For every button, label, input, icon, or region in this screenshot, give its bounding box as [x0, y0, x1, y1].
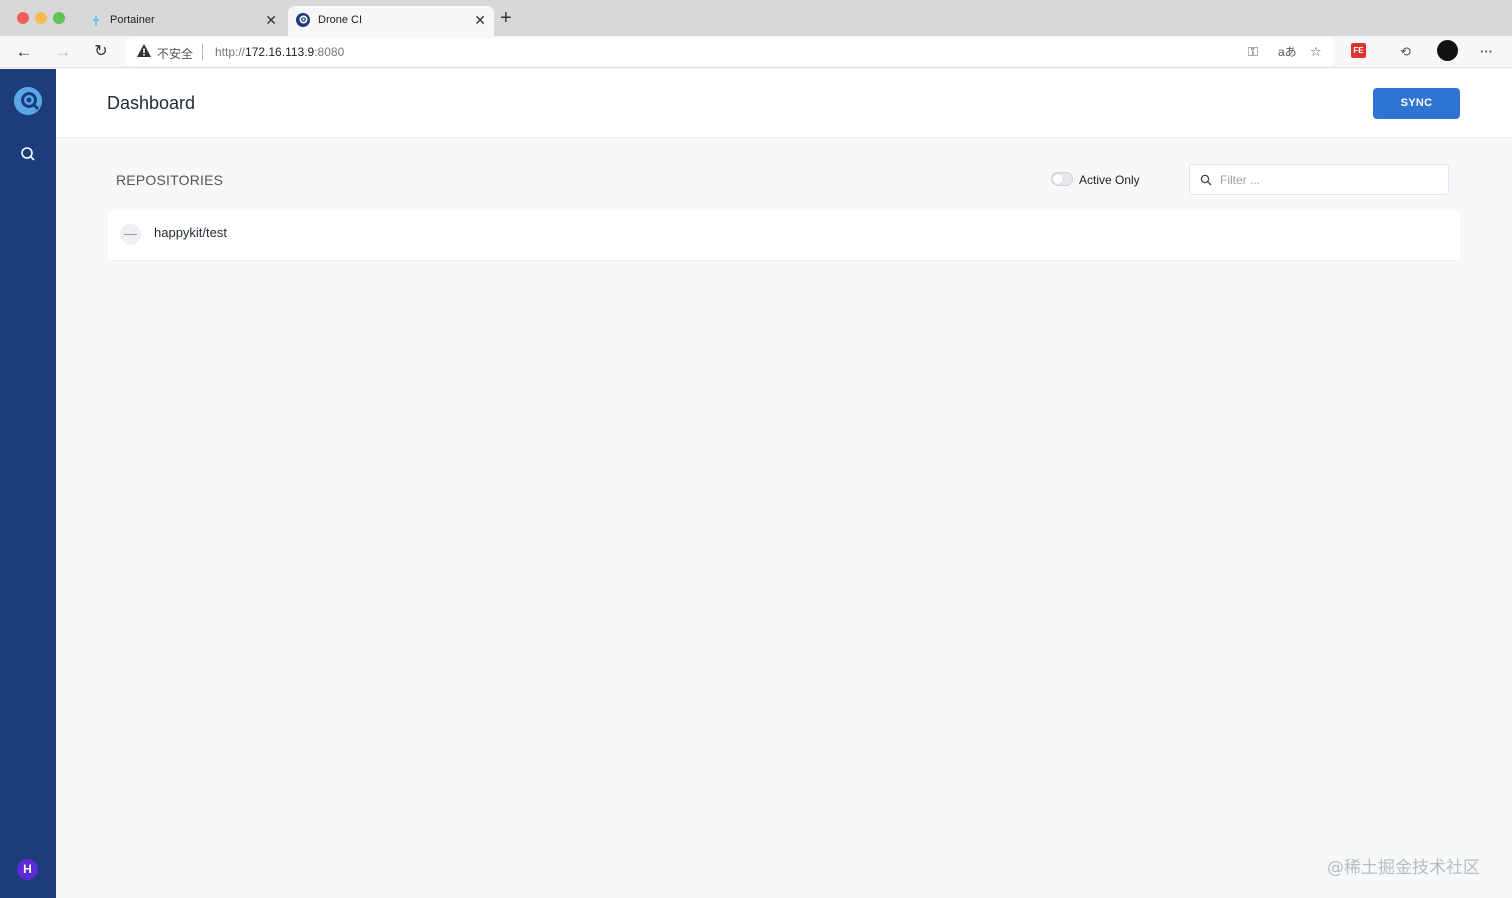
tab-close-icon[interactable]: ✕	[265, 12, 277, 28]
translate-icon[interactable]: aあ	[1278, 44, 1297, 60]
url-port: :8080	[314, 45, 345, 59]
address-bar[interactable]: 不安全 http://172.16.113.9:8080	[126, 38, 1334, 66]
portainer-icon	[93, 16, 99, 26]
search-icon[interactable]	[19, 145, 37, 163]
url-text: http://172.16.113.9:8080	[215, 45, 344, 59]
search-icon	[1200, 174, 1212, 186]
back-icon[interactable]: ←	[12, 40, 36, 64]
page-title: Dashboard	[107, 93, 196, 113]
tab-title: Portainer	[110, 14, 155, 26]
forward-icon[interactable]: →	[51, 40, 75, 64]
repositories-heading: REPOSITORIES	[116, 172, 224, 188]
browser-tab-bar: Portainer ✕ Drone CI ✕ +	[0, 0, 1512, 36]
browser-toolbar: ← → ↻ 不安全 http://172.16.113.9:8080 ⚿ aあ …	[0, 36, 1512, 68]
profile-icon[interactable]	[1437, 40, 1458, 61]
warning-icon	[137, 44, 151, 57]
reload-icon[interactable]: ↻	[89, 40, 113, 64]
tab-portainer[interactable]: Portainer ✕	[80, 6, 285, 36]
active-only-toggle[interactable]	[1051, 172, 1073, 186]
key-icon[interactable]: ⚿	[1248, 44, 1258, 60]
drone-logo-icon[interactable]	[14, 87, 42, 115]
history-icon[interactable]: ⟲	[1400, 44, 1411, 60]
window-close-button[interactable]	[17, 12, 29, 24]
fe-extension-icon[interactable]: FE	[1351, 43, 1366, 58]
avatar[interactable]: H	[17, 859, 38, 880]
status-dash	[124, 234, 137, 235]
filter-input[interactable]	[1220, 171, 1440, 189]
repo-name[interactable]: happykit/test	[154, 225, 227, 240]
sidebar: H	[0, 69, 56, 898]
url-prefix: http://	[215, 45, 246, 59]
window-minimize-button[interactable]	[35, 12, 47, 24]
drone-icon	[296, 13, 310, 27]
more-icon[interactable]: ···	[1480, 44, 1493, 60]
repo-status-icon	[120, 224, 141, 245]
security-label: 不安全	[157, 47, 194, 61]
favorite-add-icon[interactable]: ☆	[1310, 44, 1322, 60]
repo-list-item[interactable]: happykit/test	[108, 210, 1460, 260]
tab-title: Drone CI	[318, 14, 363, 26]
watermark: @稀土掘金技术社区	[1327, 858, 1480, 878]
page-header: Dashboard SYNC	[56, 69, 1512, 138]
toggle-knob	[1053, 174, 1063, 184]
active-only-label[interactable]: Active Only	[1079, 173, 1140, 187]
address-separator	[202, 44, 203, 60]
tab-drone-ci[interactable]: Drone CI ✕	[288, 6, 494, 36]
url-host: 172.16.113.9	[245, 45, 315, 59]
filter-field[interactable]	[1189, 164, 1449, 195]
tab-close-icon[interactable]: ✕	[474, 12, 486, 28]
window-zoom-button[interactable]	[53, 12, 65, 24]
sync-button[interactable]: SYNC	[1373, 88, 1460, 119]
new-tab-icon[interactable]: +	[500, 8, 512, 28]
